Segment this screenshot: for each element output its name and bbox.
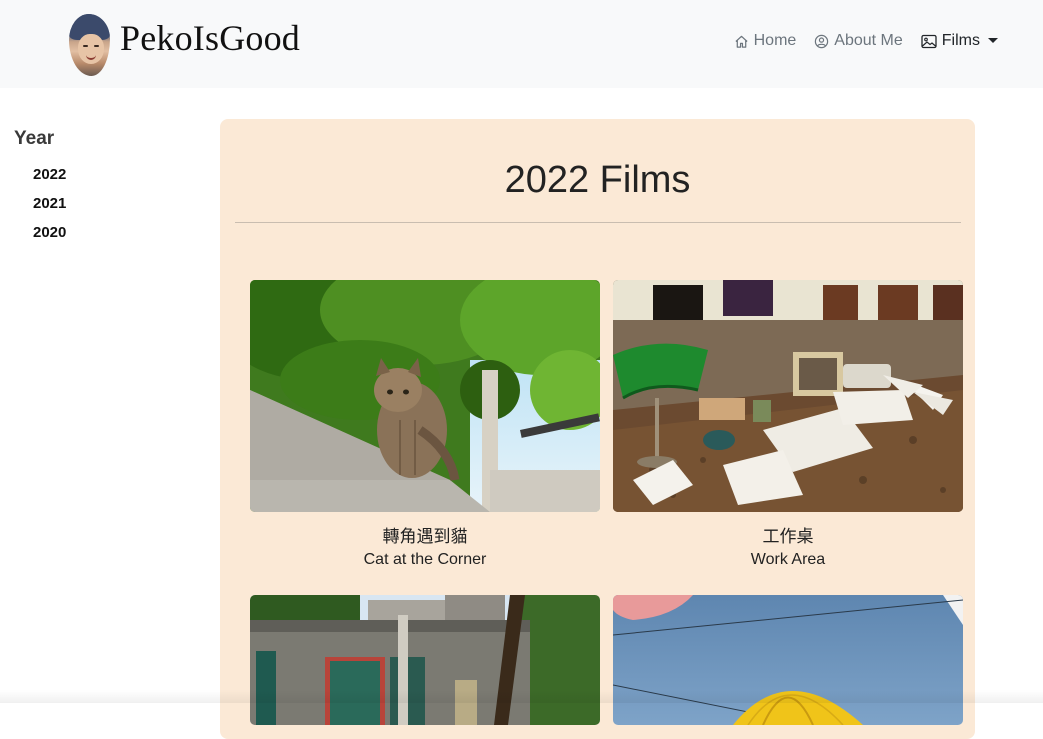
home-icon bbox=[734, 34, 749, 49]
page-title: 2022 Films bbox=[504, 159, 691, 201]
brand-name[interactable]: PekoIsGood bbox=[120, 17, 300, 59]
sidebar-heading: Year bbox=[14, 128, 55, 149]
nav-about-me[interactable]: About Me bbox=[814, 32, 903, 50]
film-photo-building[interactable] bbox=[250, 595, 600, 725]
film-photo-umbrella[interactable] bbox=[613, 595, 963, 725]
year-sidebar: Year 2022 2021 2020 bbox=[14, 128, 194, 247]
film-card[interactable]: 轉角遇到貓 Cat at the Corner bbox=[250, 280, 600, 569]
top-navbar: PekoIsGood Home About Me Films bbox=[0, 0, 1043, 88]
viewport-bottom-fade bbox=[0, 690, 1043, 703]
film-title-zh: 工作桌 bbox=[762, 527, 814, 547]
divider bbox=[235, 222, 961, 223]
sidebar-item-2020[interactable]: 2020 bbox=[33, 218, 194, 247]
film-photo-cat[interactable] bbox=[250, 280, 600, 512]
film-photo-desk[interactable] bbox=[613, 280, 963, 512]
sidebar-item-2022[interactable]: 2022 bbox=[33, 160, 194, 189]
images-icon bbox=[921, 34, 937, 49]
nav-films-label: Films bbox=[941, 32, 980, 49]
film-title-zh: 轉角遇到貓 bbox=[382, 527, 468, 547]
nav-home[interactable]: Home bbox=[734, 32, 797, 50]
user-circle-icon bbox=[814, 34, 829, 49]
nav-links: Home About Me Films bbox=[734, 32, 998, 50]
film-card[interactable] bbox=[250, 595, 600, 725]
film-card[interactable]: 工作桌 Work Area bbox=[613, 280, 963, 569]
nav-about-label: About Me bbox=[834, 32, 903, 49]
film-card[interactable] bbox=[613, 595, 963, 725]
chevron-down-icon bbox=[988, 37, 998, 43]
brand-avatar[interactable] bbox=[69, 14, 110, 76]
film-title-en: Work Area bbox=[750, 551, 826, 568]
nav-films-dropdown[interactable]: Films bbox=[921, 32, 998, 50]
film-title-en: Cat at the Corner bbox=[363, 551, 487, 568]
sidebar-item-2021[interactable]: 2021 bbox=[33, 189, 194, 218]
films-panel: 2022 Films 轉角遇到貓 Cat at the Corner 工作桌 W… bbox=[220, 119, 975, 739]
nav-home-label: Home bbox=[753, 32, 797, 49]
